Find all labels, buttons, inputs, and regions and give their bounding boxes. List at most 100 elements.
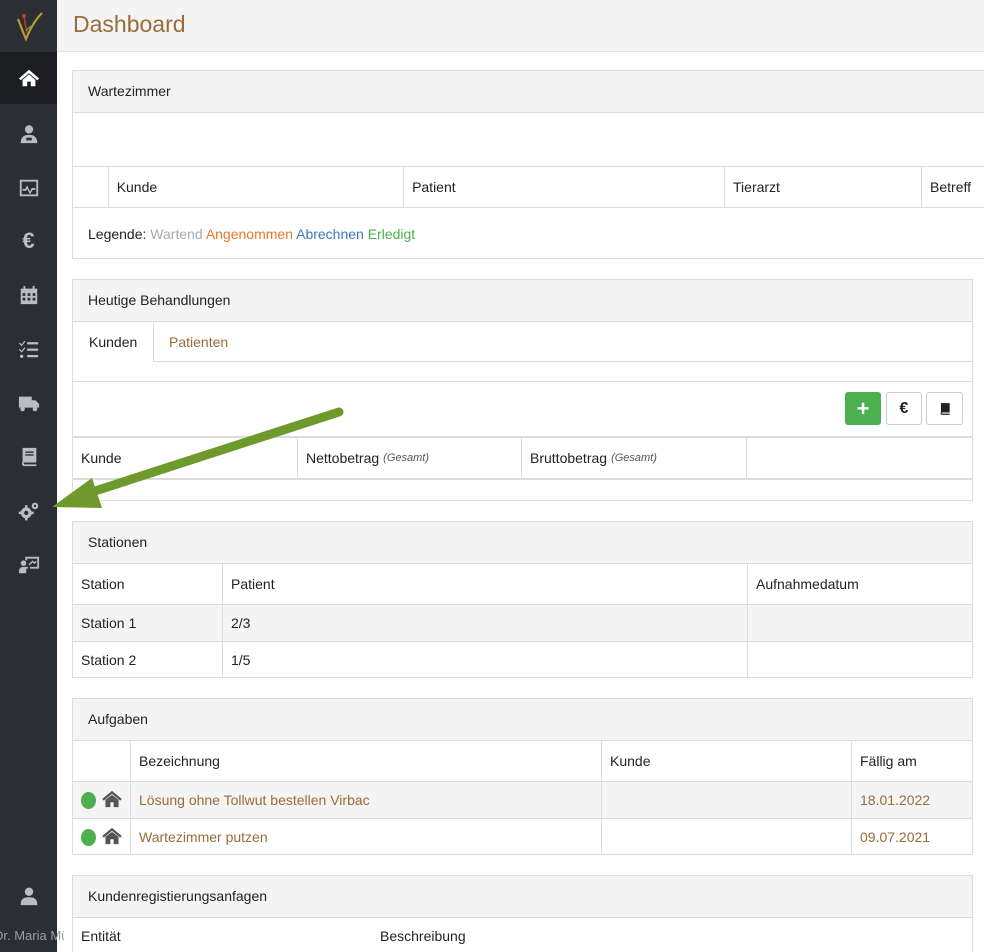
waiting-room-header-row: Kunde Patient Tierarzt Betreff (73, 167, 984, 207)
table-header-cell: Beschreibung (380, 928, 466, 944)
table-row[interactable]: Lösung ohne Tollwut bestellen Virbac 18.… (73, 782, 972, 818)
panel-title: Aufgaben (73, 699, 972, 741)
station-cell: Station 1 (73, 605, 223, 641)
monitor-chart-icon (19, 179, 38, 197)
tab-patients[interactable]: Patienten (153, 322, 244, 362)
app-logo[interactable] (0, 0, 57, 52)
table-header-cell: Kunde (602, 741, 852, 781)
euro-button[interactable]: € (886, 392, 922, 425)
table-header-cell (747, 438, 972, 478)
table-header-cell: Tierarzt (725, 167, 923, 207)
tasks-header-row: Bezeichnung Kunde Fällig am (73, 741, 972, 781)
table-header-cell: Bruttobetrag (Gesamt) (522, 438, 747, 478)
table-header-cell (73, 741, 131, 781)
status-cell (73, 782, 131, 818)
date-cell (748, 642, 972, 677)
customer-cell (602, 819, 852, 854)
nav-settings[interactable] (0, 485, 57, 537)
page-header: Dashboard (57, 0, 984, 52)
panel-title: Kundenregistierungsanfagen (73, 876, 972, 918)
legend: Legende: Wartend Angenommen Abrechnen Er… (88, 226, 415, 242)
checklist-icon (18, 340, 38, 358)
net-label: Nettobetrag (306, 450, 380, 466)
sidebar: € Dr. Maria Müller (0, 0, 64, 952)
status-cell (73, 819, 131, 854)
tab-bar: Kunden Patienten (73, 322, 972, 362)
euro-icon: € (22, 228, 35, 253)
book-button[interactable] (926, 392, 963, 425)
table-header-cell: Kunde (109, 167, 405, 207)
task-name-link[interactable]: Lösung ohne Tollwut bestellen Virbac (131, 782, 602, 818)
table-header-cell: Patient (223, 564, 748, 604)
nav-monitor[interactable] (0, 162, 57, 214)
legend-done: Erledigt (367, 226, 416, 242)
date-cell (748, 605, 972, 641)
nav-delivery[interactable] (0, 377, 57, 429)
nav-presentation[interactable] (0, 539, 57, 591)
panel-title: Wartezimmer (73, 71, 984, 113)
toolbar: + € (73, 382, 972, 436)
home-icon (102, 827, 122, 848)
legend-billing: Abrechnen (296, 226, 364, 242)
patient-cell: 1/5 (223, 642, 748, 677)
logo-icon (16, 12, 43, 42)
nav-finance[interactable]: € (0, 215, 57, 267)
doctor-icon (20, 125, 37, 144)
table-header-cell: Fällig am (860, 753, 917, 769)
treatments-panel: Heutige Behandlungen Kunden Patienten + … (72, 279, 973, 501)
table-header-cell: Station (73, 564, 223, 604)
calendar-icon (20, 285, 37, 305)
gross-total-note: (Gesamt) (611, 452, 657, 464)
book-icon (940, 402, 950, 415)
user-avatar-icon[interactable] (0, 885, 57, 915)
presentation-user-icon (18, 556, 39, 574)
stations-header-row: Station Patient Aufnahmedatum (73, 564, 972, 604)
page-title: Dashboard (73, 11, 186, 37)
gross-label: Bruttobetrag (530, 450, 608, 466)
add-button[interactable]: + (845, 392, 881, 425)
table-header-cell: Nettobetrag (Gesamt) (298, 438, 522, 478)
legend-waiting: Wartend (150, 226, 203, 242)
treatments-header-row: Kunde Nettobetrag (Gesamt) Bruttobetrag … (73, 438, 972, 478)
table-header-cell (73, 167, 109, 207)
task-name-link[interactable]: Wartezimmer putzen (131, 819, 602, 854)
table-header-cell: Bezeichnung (131, 741, 602, 781)
tab-customers[interactable]: Kunden (73, 322, 155, 362)
table-row[interactable]: Wartezimmer putzen 09.07.2021 (73, 819, 972, 854)
table-header-cell: Aufnahmedatum (756, 576, 859, 592)
user-name: Dr. Maria Müller (0, 928, 64, 943)
table-header-cell: Betreff (930, 179, 972, 195)
patient-cell: 2/3 (223, 605, 748, 641)
nav-home[interactable] (0, 52, 57, 104)
registrations-header-row: Entität Beschreibung (73, 918, 972, 952)
customer-cell (602, 782, 852, 818)
due-date-cell: 18.01.2022 (860, 792, 931, 808)
registrations-panel: Kundenregistierungsanfagen Entität Besch… (72, 875, 973, 952)
panel-title: Heutige Behandlungen (73, 280, 972, 322)
tasks-panel: Aufgaben Bezeichnung Kunde Fällig am Lös… (72, 698, 973, 855)
due-date-cell: 09.07.2021 (860, 829, 931, 845)
book-icon (21, 447, 36, 467)
legend-accepted: Angenommen (205, 226, 293, 242)
nav-book[interactable] (0, 431, 57, 483)
nav-staff[interactable] (0, 108, 57, 160)
home-icon (102, 790, 122, 811)
stations-panel: Stationen Station Patient Aufnahmedatum … (72, 521, 973, 678)
waiting-room-panel: Wartezimmer Kunde Patient Tierarzt Betre… (72, 70, 984, 259)
table-header-cell: Entität (81, 928, 121, 944)
panel-title: Stationen (73, 522, 972, 564)
net-total-note: (Gesamt) (383, 452, 430, 464)
status-dot-icon (81, 791, 96, 809)
truck-icon (18, 396, 39, 412)
station-cell: Station 2 (73, 642, 223, 677)
table-row[interactable]: Station 1 2/3 (73, 605, 972, 641)
table-header-cell: Patient (404, 167, 726, 207)
legend-label: Legende: (88, 226, 147, 242)
home-icon (18, 69, 39, 87)
table-header-cell: Kunde (73, 438, 298, 478)
status-dot-icon (81, 828, 96, 846)
nav-calendar[interactable] (0, 269, 57, 321)
table-row[interactable]: Station 2 1/5 (73, 642, 972, 677)
cogs-icon (18, 502, 38, 521)
nav-tasks[interactable] (0, 323, 57, 375)
